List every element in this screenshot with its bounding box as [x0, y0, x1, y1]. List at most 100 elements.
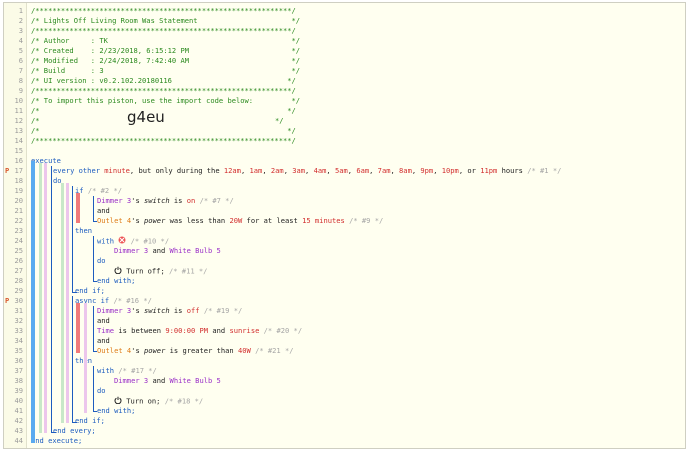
block-bracket: [93, 236, 94, 281]
device-white-bulb-5: White Bulb 5: [169, 246, 221, 255]
line-number: 33: [14, 326, 23, 335]
header-author: /* Author : TK */: [31, 36, 301, 45]
value-off: off: [186, 306, 200, 315]
condition-id: /* #7 */: [199, 196, 234, 205]
statement-id: /* #1 */: [527, 166, 562, 175]
possessive: 's: [131, 216, 140, 225]
line-number: 31: [14, 306, 23, 315]
group-operator-and[interactable]: and: [97, 316, 110, 326]
line-number: 37: [14, 366, 23, 375]
line-number: 25: [14, 246, 23, 255]
other-keyword: other: [78, 166, 100, 175]
parallel-marker: P: [5, 166, 10, 175]
line-number: 29: [14, 286, 23, 295]
import-code[interactable]: g4eu: [127, 110, 165, 125]
block-bracket: [72, 296, 73, 422]
block-bracket-end: [72, 422, 77, 423]
possessive: 's: [131, 306, 140, 315]
piston-editor: 1 2 3 4 5 6 7 8 9 10 11 12 13 14 15 16 17 18 19 20 21 22 23 24 2…: [3, 2, 686, 449]
task-turn-on[interactable]: Turn on; /* #18 */: [114, 396, 203, 406]
statement-id: /* #16 */: [113, 296, 152, 305]
line-number: 19: [14, 186, 23, 195]
hour-value: 6am: [356, 166, 370, 175]
with-statement[interactable]: with /* #10 */: [97, 236, 169, 246]
every-statement[interactable]: every other minute, but only during the …: [53, 166, 561, 176]
end-every-keyword: end every;: [53, 426, 96, 435]
condition-dimmer-switch-off[interactable]: Dimmer 3's switch is off /* #19 */: [97, 306, 242, 316]
parallel-marker: P: [5, 296, 10, 305]
hour-value: 1am: [249, 166, 263, 175]
if-statement[interactable]: if /* #2 */: [75, 186, 122, 196]
with-keyword: with: [97, 236, 115, 246]
condition-id: /* #19 */: [203, 306, 243, 315]
line-number: 26: [14, 256, 23, 265]
hour-separator: ,: [326, 166, 335, 175]
header-import-text: /* To import this piston, use the import…: [31, 96, 301, 105]
attribute-switch: switch: [144, 196, 170, 205]
header-border: /***************************************…: [31, 86, 296, 95]
trace-bar: [84, 303, 87, 413]
hour-separator: ,: [369, 166, 378, 175]
condition-outlet-power[interactable]: Outlet 4's power was less than 20W for a…: [97, 216, 383, 226]
header-import-row: /* g4eu */: [31, 110, 284, 126]
condition-false-bar: [76, 303, 80, 353]
with-keyword: with: [97, 366, 115, 375]
block-bracket: [51, 166, 52, 432]
operator-for-at-least: for at least: [246, 216, 298, 225]
with-devices[interactable]: Dimmer 3 and White Bulb 5: [114, 376, 221, 386]
possessive: 's: [131, 346, 140, 355]
line-number: 15: [14, 146, 23, 155]
hours-word: hours: [501, 166, 523, 175]
block-bracket-end: [93, 221, 97, 222]
condition-outlet-power-greater[interactable]: Outlet 4's power is greater than 40W /* …: [97, 346, 294, 356]
hour-value: 8am: [399, 166, 412, 175]
condition-false-bar: [76, 193, 80, 223]
task-turn-off[interactable]: Turn off; /* #11 */: [114, 266, 207, 276]
hour-separator: , or: [458, 166, 481, 175]
minute-unit: minute: [104, 166, 130, 175]
value-sunrise: sunrise: [229, 326, 260, 335]
device-outlet-4: Outlet 4: [97, 216, 132, 225]
hour-value: 9pm: [420, 166, 434, 175]
end-with-keyword: end with;: [97, 276, 136, 285]
condition-time-between[interactable]: Time is between 9:00:00 PM and sunrise /…: [97, 326, 302, 336]
header-blank: /* */: [31, 126, 296, 135]
line-number: 13: [14, 126, 23, 135]
group-operator-and[interactable]: and: [97, 206, 110, 216]
end-with-keyword: end with;: [97, 406, 136, 415]
condition-id: /* #20 */: [263, 326, 303, 335]
line-number: 14: [14, 136, 23, 145]
hour-value: 3am: [292, 166, 306, 175]
hour-value: 10pm: [441, 166, 459, 175]
only-during: , but only during the: [129, 166, 220, 175]
group-operator-and[interactable]: and: [97, 336, 110, 346]
with-statement[interactable]: with /* #17 */: [97, 366, 157, 376]
end-if-keyword: end if;: [75, 286, 105, 295]
line-number: 34: [14, 336, 23, 345]
task-id: /* #11 */: [169, 266, 208, 276]
trace-bar: [61, 183, 64, 423]
condition-id: /* #21 */: [255, 346, 294, 355]
header-border: /***************************************…: [31, 6, 296, 15]
line-number: 27: [14, 266, 23, 275]
condition-dimmer-switch[interactable]: Dimmer 3's switch is on /* #7 */: [97, 196, 234, 206]
do-keyword: do: [97, 386, 106, 395]
do-keyword: do: [97, 256, 106, 265]
header-created: /* Created : 2/23/2018, 6:15:12 PM */: [31, 46, 301, 55]
statement-id: /* #17 */: [118, 366, 157, 375]
value-20w: 20W: [229, 216, 243, 225]
with-devices[interactable]: Dimmer 3 and White Bulb 5: [114, 246, 221, 256]
line-number: 3: [18, 26, 23, 35]
end-if-keyword: end if;: [75, 416, 105, 425]
hours-list: 12am, 1am, 2am, 3am, 4am, 5am, 6am, 7am,…: [224, 166, 497, 175]
task-id: /* #18 */: [164, 396, 204, 406]
block-bracket: [93, 196, 94, 221]
line-number: 10: [14, 96, 23, 105]
line-number: 20: [14, 196, 23, 205]
block-bracket: [93, 366, 94, 411]
execution-trace-bar: [31, 161, 35, 443]
operator-is: is: [173, 196, 183, 205]
attribute-switch: switch: [144, 306, 170, 315]
device-outlet-4: Outlet 4: [97, 346, 132, 355]
line-number: 4: [18, 36, 23, 45]
